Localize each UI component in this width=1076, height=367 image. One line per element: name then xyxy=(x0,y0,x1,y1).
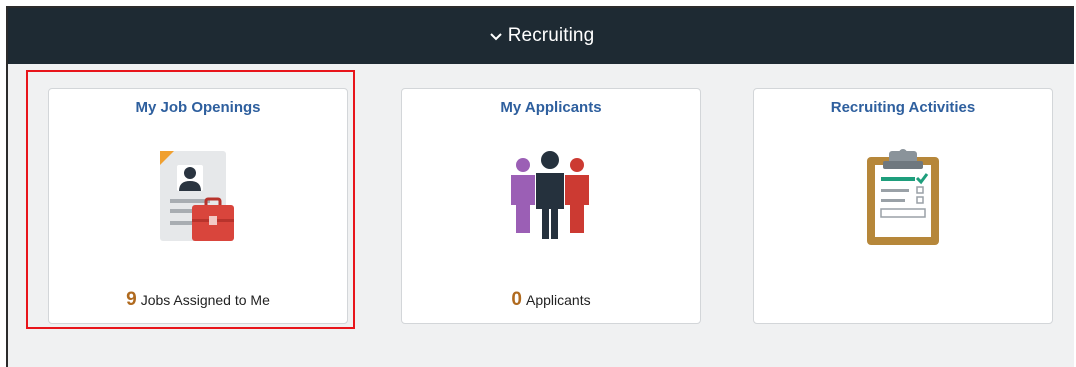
tile-footer xyxy=(754,289,1052,311)
tile-my-job-openings[interactable]: My Job Openings 9 Jobs Assigned to Me xyxy=(48,88,348,324)
tile-recruiting-activities[interactable]: Recruiting Activities xyxy=(753,88,1053,324)
tile-my-applicants[interactable]: My Applicants 0 Applicants xyxy=(401,88,701,324)
tile-title: My Job Openings xyxy=(135,99,261,116)
page-frame: Recruiting My Job Openings 9 Jobs Assigne… xyxy=(6,6,1074,367)
applicants-caption: Applicants xyxy=(525,292,591,308)
tile-footer: 0 Applicants xyxy=(402,289,700,311)
job-openings-icon xyxy=(160,151,234,241)
recruiting-section-header[interactable]: Recruiting xyxy=(8,8,1074,64)
tile-footer: 9 Jobs Assigned to Me xyxy=(49,289,347,311)
tile-title: Recruiting Activities xyxy=(830,99,976,116)
jobs-caption: Jobs Assigned to Me xyxy=(140,292,270,308)
applicants-count: 0 xyxy=(511,289,522,310)
applicants-icon xyxy=(511,151,589,239)
clipboard-checklist-icon xyxy=(867,149,939,245)
section-title: Recruiting xyxy=(507,25,595,46)
tile-title: My Applicants xyxy=(500,99,602,116)
jobs-count: 9 xyxy=(126,289,137,310)
chevron-down-icon xyxy=(490,33,502,41)
